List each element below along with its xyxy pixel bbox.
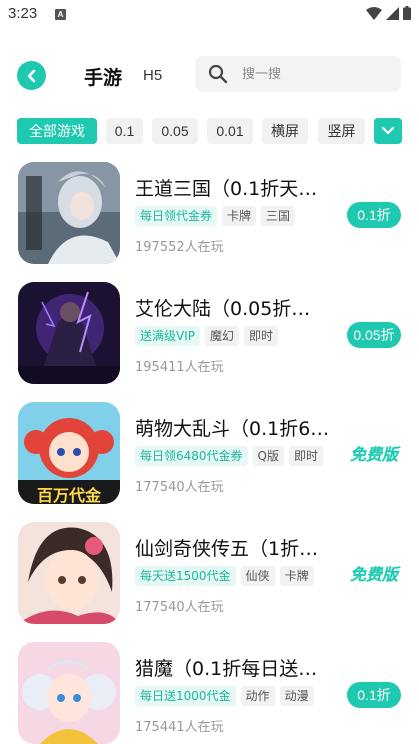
filter-all-games[interactable]: 全部游戏 <box>17 118 97 144</box>
player-count: 177540人在玩 <box>135 600 224 615</box>
game-item[interactable]: 艾伦大陆（0.05折… 送满级VIP 魔幻 即时 195411人在玩 0.05折 <box>0 282 419 386</box>
player-count: 195411人在玩 <box>135 360 224 375</box>
game-item[interactable]: 王道三国（0.1折天… 每日领代金券 卡牌 三国 197552人在玩 0.1折 <box>0 162 419 266</box>
promo-tag: 送满级VIP <box>135 326 200 346</box>
signal-icon <box>386 6 399 20</box>
game-tags: 送满级VIP 魔幻 即时 <box>135 326 279 346</box>
free-version-badge[interactable]: 免费版 <box>347 443 401 467</box>
game-title: 猎魔（0.1折每日送… <box>135 658 318 680</box>
notification-icon: A <box>55 9 66 20</box>
game-thumbnail <box>18 162 120 264</box>
game-title: 萌物大乱斗（0.1折6… <box>135 418 330 440</box>
filter-portrait[interactable]: 竖屏 <box>318 118 365 144</box>
game-tags: 每日领6480代金券 Q版 即时 <box>135 446 324 466</box>
header: 手游 H5 <box>0 52 419 96</box>
game-thumbnail <box>18 642 120 744</box>
promo-tag: 每日领代金券 <box>135 206 218 226</box>
genre-tag: 动作 <box>240 686 275 706</box>
game-title: 仙剑奇侠传五（1折… <box>135 538 319 560</box>
status-bar: 3:23 A <box>0 0 419 30</box>
system-icons <box>366 6 411 20</box>
game-item[interactable]: 猎魔（0.1折每日送… 每日送1000代金 动作 动漫 175441人在玩 0.… <box>0 642 419 744</box>
discount-badge[interactable]: 0.05折 <box>347 322 401 348</box>
genre-tag: 魔幻 <box>205 326 240 346</box>
game-title: 王道三国（0.1折天… <box>135 178 318 200</box>
genre-tag: 卡牌 <box>279 566 314 586</box>
tab-mobile-games[interactable]: 手游 <box>84 63 122 90</box>
filter-landscape[interactable]: 横屏 <box>262 118 308 144</box>
back-button[interactable] <box>17 61 46 90</box>
promo-tag: 每日领6480代金券 <box>135 446 248 466</box>
game-thumbnail <box>18 522 120 624</box>
genre-tag: 即时 <box>244 326 279 346</box>
thumbnail-caption: 百万代金 <box>36 486 101 504</box>
search-box[interactable] <box>195 56 401 92</box>
player-count: 197552人在玩 <box>135 240 224 255</box>
clock: 3:23 <box>8 5 38 22</box>
genre-tag: 动漫 <box>279 686 314 706</box>
filter-bar: 全部游戏 0.1 0.05 0.01 横屏 竖屏 <box>17 118 402 144</box>
game-thumbnail: 百万代金 <box>18 402 120 504</box>
promo-tag: 每日送1000代金 <box>135 686 236 706</box>
battery-icon <box>403 6 411 20</box>
game-tags: 每天送1500代金 仙侠 卡牌 <box>135 566 314 586</box>
filter-0-1[interactable]: 0.1 <box>106 118 143 144</box>
promo-tag: 每天送1500代金 <box>135 566 236 586</box>
filter-dropdown-button[interactable] <box>374 118 402 144</box>
search-icon <box>208 64 228 84</box>
tab-h5[interactable]: H5 <box>143 67 162 84</box>
game-tags: 每日送1000代金 动作 动漫 <box>135 686 314 706</box>
genre-tag: Q版 <box>252 446 284 466</box>
game-title: 艾伦大陆（0.05折… <box>135 298 311 320</box>
chevron-down-icon <box>381 126 395 135</box>
discount-badge[interactable]: 0.1折 <box>347 682 401 708</box>
game-tags: 每日领代金券 卡牌 三国 <box>135 206 296 226</box>
chevron-left-icon <box>27 69 35 82</box>
player-count: 177540人在玩 <box>135 480 224 495</box>
search-input[interactable] <box>242 66 392 82</box>
game-item[interactable]: 仙剑奇侠传五（1折… 每天送1500代金 仙侠 卡牌 177540人在玩 免费版 <box>0 522 419 626</box>
player-count: 175441人在玩 <box>135 720 224 735</box>
filter-0-01[interactable]: 0.01 <box>207 118 253 144</box>
genre-tag: 卡牌 <box>222 206 257 226</box>
genre-tag: 仙侠 <box>240 566 275 586</box>
genre-tag: 即时 <box>289 446 324 466</box>
game-item[interactable]: 百万代金 萌物大乱斗（0.1折6… 每日领6480代金券 Q版 即时 17754… <box>0 402 419 506</box>
game-thumbnail <box>18 282 120 384</box>
genre-tag: 三国 <box>261 206 296 226</box>
discount-badge[interactable]: 0.1折 <box>347 202 401 228</box>
free-version-badge[interactable]: 免费版 <box>347 563 401 587</box>
wifi-icon <box>366 6 382 20</box>
filter-0-05[interactable]: 0.05 <box>152 118 198 144</box>
